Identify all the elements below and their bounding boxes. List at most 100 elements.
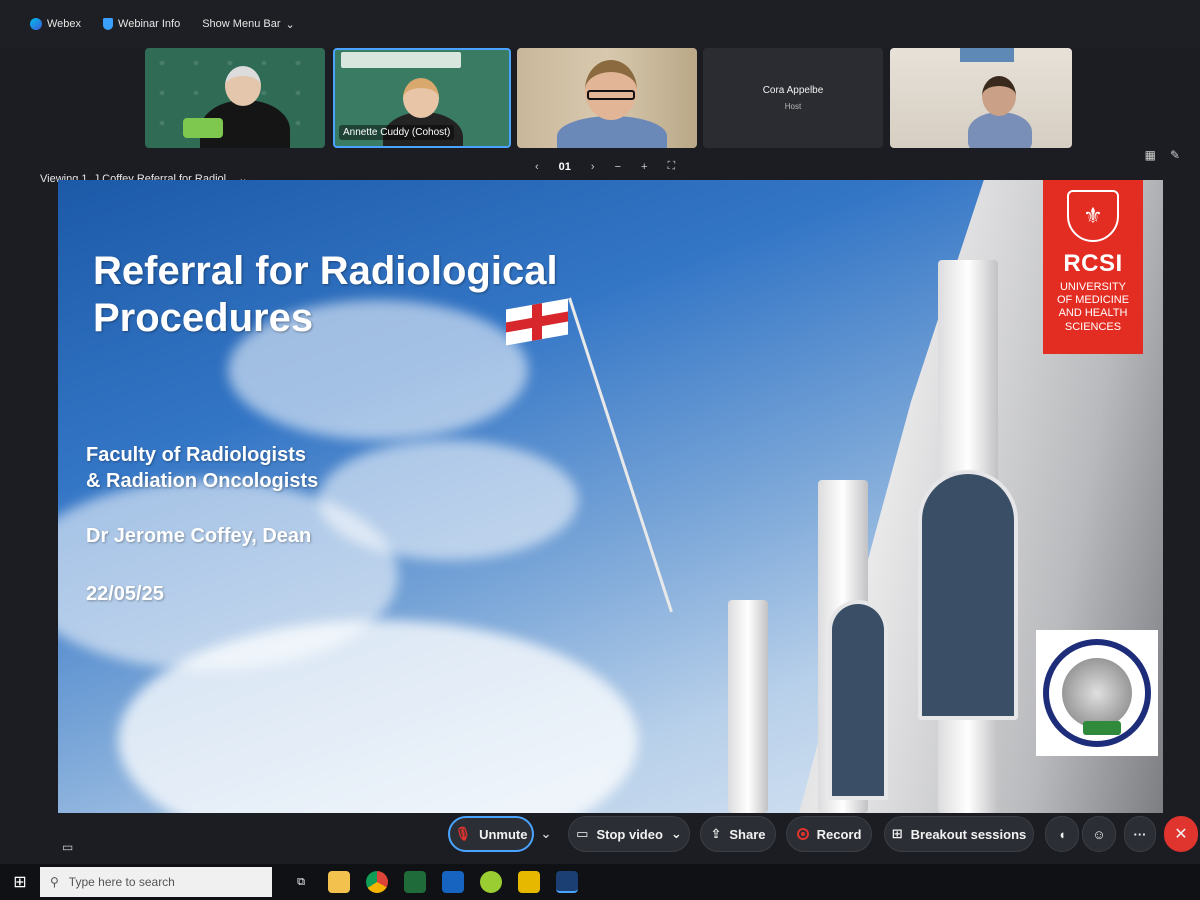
participant-tile[interactable] [890, 48, 1072, 148]
reactions-button[interactable]: ☺ [1082, 816, 1116, 852]
host-name: Cora Appelbe [762, 85, 824, 96]
building-window [828, 600, 888, 800]
webex-taskbar-icon[interactable] [556, 871, 578, 893]
search-placeholder: Type here to search [68, 875, 175, 889]
shield-icon [103, 18, 114, 30]
rcsi-line-2: OF MEDICINE [1056, 294, 1130, 307]
participant-head [403, 78, 439, 118]
participant-tile-host[interactable]: Cora Appelbe Host [703, 48, 883, 148]
participant-tile[interactable] [145, 48, 325, 148]
hse-app-icon[interactable] [404, 871, 426, 893]
taskbar-apps: ⧉ [290, 871, 578, 893]
rcsi-acronym: RCSI [1063, 250, 1123, 277]
rcsi-logo: ⚜ RCSI UNIVERSITY OF MEDICINE AND HEALTH… [1043, 180, 1143, 354]
slide-pager: ‹ 01 › − + ⛶ [535, 160, 675, 173]
unmute-label: Unmute [479, 826, 528, 842]
chevron-down-icon: ⌄ [670, 826, 682, 841]
muted-mic-icon: 🎙 [454, 826, 472, 841]
slide-presenter: Dr Jerome Coffey, Dean [86, 525, 312, 547]
slide-faculty: Faculty of Radiologists & Radiation Onco… [86, 442, 318, 494]
chevron-down-icon: ⌄ [285, 18, 295, 31]
building-column [728, 600, 768, 813]
lock-app-icon[interactable] [518, 871, 540, 893]
record-label: Record [816, 826, 862, 842]
screen-overlay [341, 52, 461, 68]
zoom-in-icon[interactable]: + [641, 161, 647, 173]
participant-body [968, 112, 1032, 148]
faculty-line-2: & Radiation Oncologists [86, 470, 319, 492]
annotate-icon[interactable]: ✎ [1170, 148, 1180, 162]
faculty-seal-logo [1036, 630, 1158, 756]
rcsi-line-4: SCIENCES [1064, 320, 1122, 333]
windows-start-icon[interactable]: ⊞ [0, 864, 40, 900]
windows-taskbar: ⊞ ⚲ Type here to search ⧉ [0, 864, 1200, 900]
file-explorer-icon[interactable] [328, 871, 350, 893]
flagpole [568, 297, 673, 613]
breakout-label: Breakout sessions [910, 826, 1027, 842]
microphone-icon: ◖ [1058, 826, 1066, 842]
phone-in-hand [183, 118, 223, 138]
audio-options-button[interactable]: ⌄ [536, 816, 556, 852]
grid-layout-icon[interactable]: ▦ [1145, 148, 1156, 162]
building-window [918, 470, 1018, 720]
wall-picture [960, 48, 1014, 62]
zoom-out-icon[interactable]: − [615, 161, 621, 173]
share-icon: ⇪ [710, 826, 722, 841]
audio-settings-button[interactable]: ◖ [1045, 816, 1079, 852]
faculty-line-1: Faculty of Radiologists [86, 444, 307, 466]
record-button[interactable]: Record [786, 816, 872, 852]
participant-tile[interactable] [517, 48, 697, 148]
rcsi-subtitle: UNIVERSITY OF MEDICINE AND HEALTH SCIENC… [1043, 281, 1143, 334]
outlook-icon[interactable] [442, 871, 464, 893]
close-icon: ✕ [1174, 826, 1188, 843]
webex-menu[interactable]: Webex [30, 18, 81, 30]
seal-ribbon [1083, 721, 1121, 735]
app-name: Webex [47, 18, 82, 30]
previous-page-icon[interactable]: ‹ [535, 161, 539, 173]
fullscreen-icon[interactable]: ⛶ [667, 160, 675, 173]
emoji-icon: ☺ [1092, 826, 1106, 842]
participant-tile-cohost[interactable]: Annette Cuddy (Cohost) [333, 48, 511, 148]
search-icon: ⚲ [50, 875, 59, 889]
more-label: ··· [1133, 826, 1147, 842]
show-menu-bar-button[interactable]: Show Menu Bar ⌄ [202, 18, 294, 31]
participant-body [557, 116, 667, 148]
stop-video-button[interactable]: ▭ Stop video ⌄ [568, 816, 690, 852]
next-page-icon[interactable]: › [591, 161, 595, 173]
task-view-icon[interactable]: ⧉ [290, 871, 312, 893]
slide-date: 22/05/25 [86, 583, 164, 605]
participant-head [225, 66, 261, 106]
xray-hand-icon [1062, 658, 1132, 728]
webex-logo-icon [30, 18, 42, 30]
cloud-shape [318, 440, 578, 560]
share-button[interactable]: ⇪ Share [700, 816, 776, 852]
unmute-button[interactable]: 🎙 Unmute [448, 816, 534, 852]
meeting-controls: 🎙 Unmute ⌄ ▭ Stop video ⌄ ⇪ Share Record… [0, 808, 1200, 860]
slide-title: Referral for Radiological Procedures [93, 249, 558, 341]
record-icon [796, 828, 809, 840]
video-strip: Annette Cuddy (Cohost) Cora Appelbe Host [145, 40, 1075, 155]
host-role: Host [784, 102, 802, 111]
chrome-icon[interactable] [366, 871, 388, 893]
shared-slide: Referral for Radiological Procedures Fac… [58, 180, 1163, 813]
more-options-button[interactable]: ··· [1124, 816, 1156, 852]
show-menu-bar-label: Show Menu Bar [202, 18, 281, 30]
rcsi-line-1: UNIVERSITY [1059, 281, 1126, 293]
breakout-grid-icon: ⊞ [891, 826, 903, 841]
taskbar-search-box[interactable]: ⚲ Type here to search [40, 867, 272, 897]
crest-icon: ⚜ [1067, 190, 1119, 242]
page-number: 01 [558, 160, 571, 173]
seal-ring [1043, 639, 1151, 747]
glasses [587, 90, 635, 100]
share-label: Share [729, 826, 766, 842]
stop-video-label: Stop video [596, 826, 663, 842]
layout-controls: ▦ ✎ [1145, 148, 1180, 162]
app-circle-icon[interactable] [480, 871, 502, 893]
chevron-down-icon: ⌄ [540, 826, 552, 841]
leave-meeting-button[interactable]: ✕ [1164, 816, 1198, 852]
rcsi-line-3: AND HEALTH [1058, 307, 1128, 320]
participant-name: Annette Cuddy (Cohost) [339, 125, 455, 140]
breakout-sessions-button[interactable]: ⊞ Breakout sessions [884, 816, 1034, 852]
webinar-info-button[interactable]: Webinar Info [103, 18, 180, 30]
video-camera-icon: ▭ [576, 826, 589, 841]
